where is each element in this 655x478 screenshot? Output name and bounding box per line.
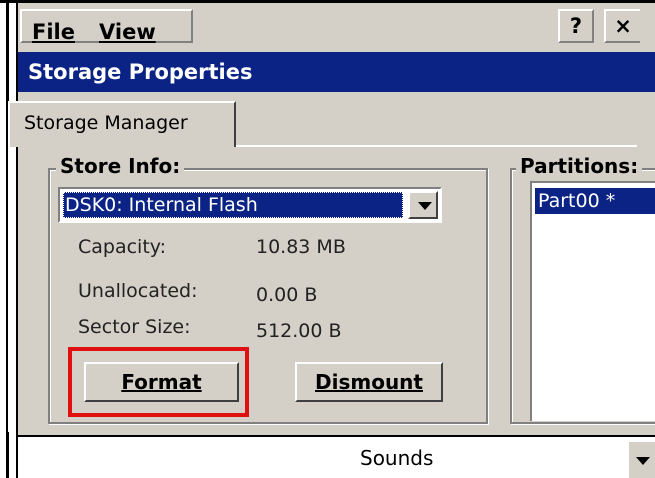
partitions-list[interactable]: Part00 * bbox=[530, 181, 655, 421]
capacity-value: 10.83 MB bbox=[256, 236, 346, 258]
store-select-value: DSK0: Internal Flash bbox=[63, 192, 403, 218]
menu-bar: File View ? × bbox=[18, 3, 655, 45]
partition-item[interactable]: Part00 * bbox=[535, 188, 655, 214]
menu-view-label: View bbox=[99, 20, 156, 44]
store-info-label: Store Info: bbox=[56, 154, 185, 178]
menu-view[interactable]: View bbox=[99, 20, 156, 44]
store-select[interactable]: DSK0: Internal Flash bbox=[58, 187, 442, 223]
chevron-down-icon bbox=[636, 457, 650, 465]
menu-group: File View bbox=[20, 9, 193, 44]
menu-file-label: File bbox=[32, 20, 75, 44]
close-button[interactable]: × bbox=[604, 9, 640, 43]
bottom-bar-text: Sounds bbox=[360, 446, 434, 470]
store-select-dropdown-button[interactable] bbox=[408, 191, 438, 219]
unallocated-label: Unallocated: bbox=[78, 280, 198, 302]
bottom-dropdown-button[interactable] bbox=[627, 440, 655, 478]
sector-size-label: Sector Size: bbox=[78, 316, 191, 338]
format-highlight-box bbox=[68, 347, 249, 417]
sector-size-value: 512.00 B bbox=[256, 320, 342, 342]
dismount-button-label: Dismount bbox=[315, 370, 423, 394]
chevron-down-icon bbox=[418, 202, 432, 210]
window-title: Storage Properties bbox=[18, 52, 655, 92]
dismount-button[interactable]: Dismount bbox=[295, 362, 443, 402]
bottom-bar: Sounds bbox=[18, 435, 655, 478]
panel-edge bbox=[8, 147, 10, 432]
tab-storage-manager[interactable]: Storage Manager bbox=[8, 101, 236, 147]
tab-strip-line bbox=[236, 145, 637, 147]
capacity-label: Capacity: bbox=[78, 236, 167, 258]
menu-file[interactable]: File bbox=[32, 20, 75, 44]
partitions-label: Partitions: bbox=[516, 154, 643, 178]
unallocated-value: 0.00 B bbox=[256, 284, 318, 306]
help-button[interactable]: ? bbox=[558, 9, 594, 43]
